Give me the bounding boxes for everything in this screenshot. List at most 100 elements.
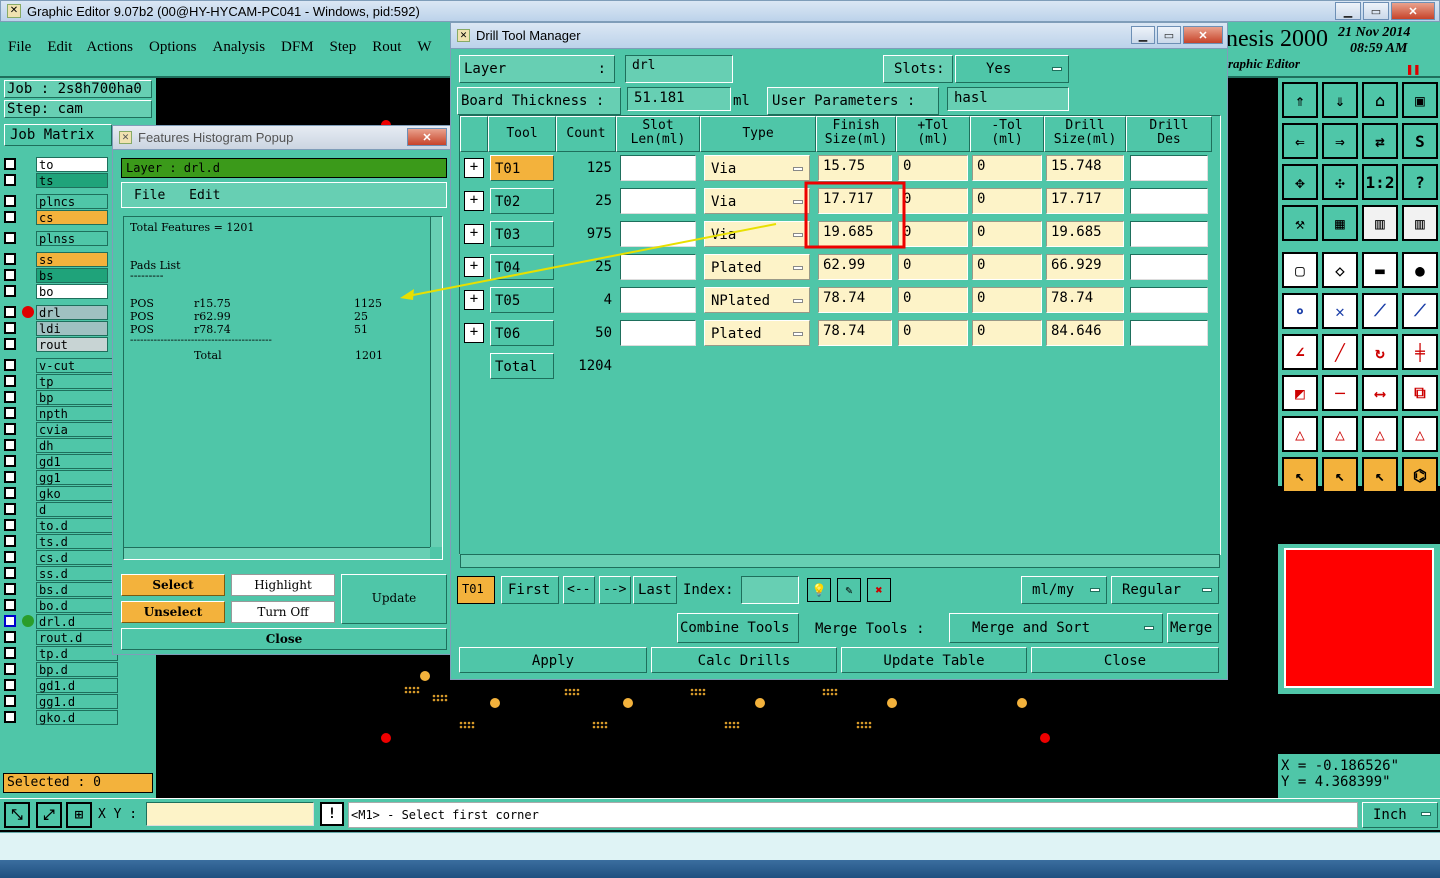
move-right-icon[interactable]: ⇒	[1322, 123, 1358, 159]
tool-ptol-input[interactable]: 0	[898, 188, 968, 214]
menu-step[interactable]: Step	[330, 39, 357, 56]
layer-checkbox[interactable]	[4, 253, 16, 265]
layer-checkbox[interactable]	[4, 535, 16, 547]
layer-checkbox[interactable]	[4, 631, 16, 643]
layer-row[interactable]: dh	[4, 437, 124, 453]
tool-ptol-input[interactable]: 0	[898, 320, 968, 346]
menu-analysis[interactable]: Analysis	[213, 39, 266, 56]
slot-length-input[interactable]	[620, 254, 696, 280]
layer-row[interactable]: tp.d	[4, 645, 124, 661]
layer-input[interactable]: drl	[625, 55, 733, 83]
line-b-icon[interactable]: ⟋	[1402, 293, 1438, 329]
units-select[interactable]: ml/my	[1021, 576, 1107, 604]
edit-icon[interactable]: ✎	[837, 578, 861, 602]
layer-checkbox[interactable]	[4, 711, 16, 723]
layer-checkbox[interactable]	[4, 615, 16, 627]
connect-icon[interactable]: ⚬	[1282, 293, 1318, 329]
prev-button[interactable]: <--	[563, 576, 595, 604]
bulb-icon[interactable]: 💡	[807, 578, 831, 602]
fork-icon[interactable]: ╪	[1402, 334, 1438, 370]
histogram-menu-file[interactable]: File	[134, 188, 165, 203]
tool-mtol-input[interactable]: 0	[972, 221, 1042, 247]
tool-finish-input[interactable]: 19.685	[818, 221, 892, 247]
drill-des-input[interactable]	[1130, 155, 1208, 181]
zoom-area-icon[interactable]: ⤢	[36, 802, 62, 828]
move-left-icon[interactable]: ⇐	[1282, 123, 1318, 159]
tool-finish-input[interactable]: 62.99	[818, 254, 892, 280]
histogram-hscroll[interactable]	[124, 547, 430, 559]
user-params-input[interactable]: hasl	[947, 87, 1069, 111]
slot-length-input[interactable]	[620, 188, 696, 214]
layers-red-icon[interactable]: ▥	[1362, 205, 1398, 241]
histogram-close-icon[interactable]: ✕	[407, 128, 447, 146]
slot-length-input[interactable]	[620, 221, 696, 247]
layer-row[interactable]: drl.d	[4, 613, 124, 629]
unit-button[interactable]: Inch	[1362, 802, 1438, 828]
first-button[interactable]: First	[501, 576, 559, 604]
tool-type-select[interactable]: NPlated	[704, 287, 810, 313]
layer-row[interactable]: plncs	[4, 193, 124, 209]
drill-des-input[interactable]	[1130, 188, 1208, 214]
help-icon[interactable]: ?	[1402, 164, 1438, 200]
expand-icon[interactable]: +	[464, 323, 484, 343]
slot-length-input[interactable]	[620, 287, 696, 313]
drill-maximize-button[interactable]: ▭	[1157, 26, 1181, 44]
layer-checkbox[interactable]	[4, 487, 16, 499]
tool-type-select[interactable]: Via	[704, 221, 810, 247]
highlight-button[interactable]: Highlight	[231, 574, 335, 596]
measure-icon[interactable]: ⟷	[1362, 375, 1398, 411]
move-up-icon[interactable]: ⇑	[1282, 82, 1318, 118]
layer-checkbox[interactable]	[4, 407, 16, 419]
layer-checkbox[interactable]	[4, 679, 16, 691]
layer-row[interactable]: gd1.d	[4, 677, 124, 693]
layer-checkbox[interactable]	[4, 423, 16, 435]
histogram-close-button[interactable]: Close	[121, 628, 447, 650]
layer-checkbox[interactable]	[4, 439, 16, 451]
layer-checkbox[interactable]	[4, 455, 16, 467]
tool-drill-input[interactable]: 15.748	[1046, 155, 1124, 181]
tool-ptol-input[interactable]: 0	[898, 254, 968, 280]
menu-dfm[interactable]: DFM	[281, 39, 314, 56]
layer-checkbox[interactable]	[4, 551, 16, 563]
layer-checkbox[interactable]	[4, 338, 16, 350]
ruler-icon[interactable]: ▬	[1362, 252, 1398, 288]
layer-row[interactable]: to.d	[4, 517, 124, 533]
tool-ptol-input[interactable]: 0	[898, 287, 968, 313]
expand-icon[interactable]: +	[464, 224, 484, 244]
tool-finish-input[interactable]: 15.75	[818, 155, 892, 181]
layer-checkbox[interactable]	[4, 663, 16, 675]
combine-tools-button[interactable]: Combine Tools	[677, 613, 799, 643]
drill-minimize-button[interactable]: ▁	[1131, 26, 1155, 44]
tool-name-button[interactable]: T01	[490, 155, 554, 181]
tool-mtol-input[interactable]: 0	[972, 320, 1042, 346]
layer-row[interactable]: cvia	[4, 421, 124, 437]
layer-row[interactable]: gd1	[4, 453, 124, 469]
tool-type-select[interactable]: Plated	[704, 254, 810, 280]
layer-row[interactable]: ldi	[4, 320, 124, 336]
select-box-icon[interactable]: ▢	[1282, 252, 1318, 288]
layer-checkbox[interactable]	[4, 174, 16, 186]
layer-row[interactable]: drl	[4, 304, 124, 320]
drill-des-input[interactable]	[1130, 254, 1208, 280]
tool-name-button[interactable]: T05	[490, 287, 554, 313]
layer-checkbox[interactable]	[4, 195, 16, 207]
tool-name-button[interactable]: T06	[490, 320, 554, 346]
layer-checkbox[interactable]	[4, 503, 16, 515]
layer-checkbox[interactable]	[4, 599, 16, 611]
slots-select[interactable]: Yes	[955, 55, 1069, 83]
cursor-box-icon[interactable]: ↖	[1322, 457, 1358, 493]
tool-drill-input[interactable]: 66.929	[1046, 254, 1124, 280]
merge-option-select[interactable]: Merge and Sort	[949, 613, 1163, 643]
close-window-button[interactable]: ✕	[1391, 2, 1435, 20]
net-icon[interactable]: ⌬	[1402, 457, 1438, 493]
tool-drill-input[interactable]: 84.646	[1046, 320, 1124, 346]
layer-row[interactable]: bs	[4, 267, 124, 283]
layer-checkbox[interactable]	[4, 583, 16, 595]
last-button[interactable]: Last	[633, 576, 677, 604]
board-thickness-input[interactable]: 51.181	[627, 87, 731, 111]
layer-row[interactable]: gko.d	[4, 709, 124, 725]
layer-checkbox[interactable]	[4, 391, 16, 403]
layer-checkbox[interactable]	[4, 232, 16, 244]
expand-icon[interactable]: +	[464, 191, 484, 211]
cursor-icon[interactable]: ↖	[1282, 457, 1318, 493]
